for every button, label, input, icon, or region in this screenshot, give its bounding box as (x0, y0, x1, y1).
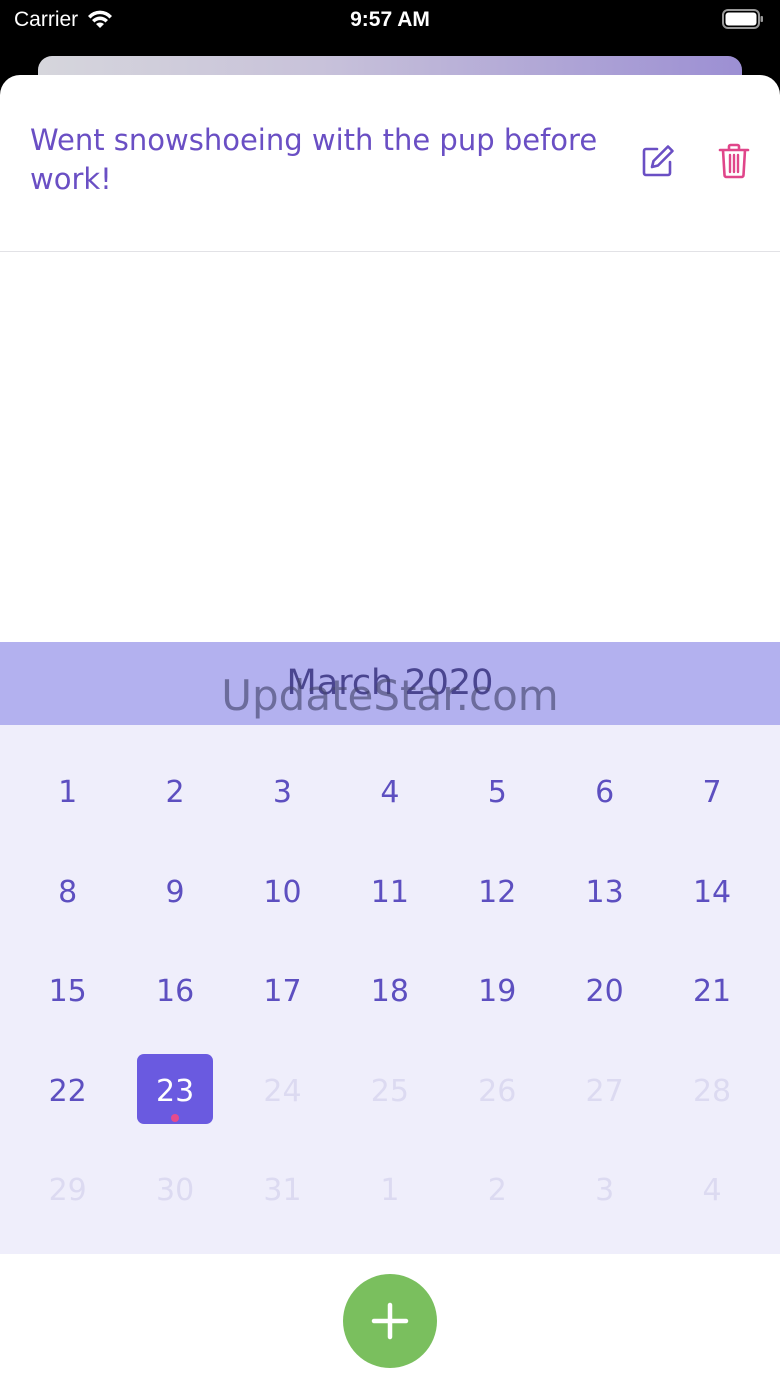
calendar-day-number: 31 (263, 1173, 302, 1209)
calendar-day[interactable]: 18 (336, 940, 443, 1040)
calendar-day-number: 23 (155, 1073, 195, 1109)
calendar-day-number: 2 (165, 775, 185, 810)
calendar-day-number: 9 (165, 874, 185, 910)
calendar-day[interactable]: 5 (444, 741, 551, 841)
calendar-day[interactable]: 15 (14, 940, 121, 1040)
calendar-day[interactable]: 7 (658, 741, 765, 841)
calendar-day[interactable]: 10 (229, 841, 336, 941)
calendar-day-number: 27 (585, 1073, 624, 1109)
entry-sheet: Went snowshoeing with the pup before wor… (0, 75, 780, 1387)
calendar-day[interactable]: 14 (658, 841, 765, 941)
calendar-day-number: 30 (155, 1173, 195, 1209)
calendar-day[interactable]: 31 (229, 1139, 336, 1239)
calendar-day-number: 11 (370, 874, 409, 910)
calendar-day-number: 5 (487, 775, 507, 810)
add-entry-button[interactable] (343, 1274, 437, 1368)
calendar-day[interactable]: 25 (336, 1040, 443, 1140)
calendar-day[interactable]: 1 (14, 741, 121, 841)
calendar-day[interactable]: 20 (551, 940, 658, 1040)
status-bar: Carrier 9:57 AM (0, 0, 780, 44)
calendar-day[interactable]: 21 (658, 940, 765, 1040)
calendar-day-number: 29 (48, 1173, 87, 1209)
calendar-day-number: 17 (263, 974, 302, 1010)
journal-entry: Went snowshoeing with the pup before wor… (0, 75, 780, 252)
calendar-day[interactable]: 22 (14, 1040, 121, 1140)
calendar-day-number: 12 (478, 874, 517, 910)
calendar-day-number: 4 (702, 1173, 722, 1209)
calendar-day[interactable]: 4 (336, 741, 443, 841)
calendar-day-number: 8 (58, 874, 78, 910)
calendar-day[interactable]: 3 (551, 1139, 658, 1239)
calendar-day-number: 1 (380, 1173, 400, 1209)
calendar-day[interactable]: 6 (551, 741, 658, 841)
calendar-day[interactable]: 9 (121, 841, 228, 941)
calendar-day-number: 3 (272, 775, 293, 810)
calendar-day-number: 20 (585, 974, 624, 1010)
calendar-day[interactable]: 19 (444, 940, 551, 1040)
calendar-day[interactable]: 13 (551, 841, 658, 941)
calendar-day-number: 13 (585, 874, 624, 910)
calendar-day-number: 14 (692, 874, 732, 910)
calendar-day-number: 4 (380, 775, 400, 810)
calendar-day[interactable]: 1 (336, 1139, 443, 1239)
calendar-day-number: 28 (692, 1073, 732, 1109)
calendar-day[interactable]: 17 (229, 940, 336, 1040)
calendar-day-number: 24 (263, 1073, 302, 1109)
calendar-grid-container: 1 2 3 4 5 6 7 8 9 10 11 12 13 14 15 16 17 18 19 20 21 22 23 24 2… (0, 725, 780, 1254)
delete-button[interactable] (710, 137, 758, 185)
calendar-day[interactable]: 12 (444, 841, 551, 941)
calendar-day-number: 7 (702, 775, 722, 810)
plus-icon (371, 1302, 409, 1340)
calendar-month-title: March 2020 (286, 663, 494, 703)
battery-icon (722, 9, 763, 29)
calendar-day-number: 2 (487, 1173, 507, 1209)
edit-icon (642, 145, 674, 177)
entry-text: Went snowshoeing with the pup before wor… (30, 123, 598, 196)
status-time: 9:57 AM (350, 8, 430, 31)
calendar-header: March 2020 (0, 642, 780, 725)
calendar-day-number: 15 (48, 974, 87, 1010)
calendar-grid: 1 2 3 4 5 6 7 8 9 10 11 12 13 14 15 16 17 18 19 20 21 22 23 24 2… (14, 741, 766, 1239)
edit-button[interactable] (634, 137, 682, 185)
trash-icon (718, 143, 750, 179)
calendar-day[interactable]: 30 (121, 1139, 228, 1239)
calendar-day-number: 1 (58, 775, 78, 810)
calendar-day[interactable]: 24 (229, 1040, 336, 1140)
calendar-day-number: 3 (595, 1173, 615, 1209)
calendar-day-number: 18 (370, 974, 409, 1010)
calendar-day[interactable]: 8 (14, 841, 121, 941)
calendar-day-number: 22 (48, 1073, 87, 1109)
calendar-day[interactable]: 4 (658, 1139, 765, 1239)
calendar-day-number: 6 (595, 775, 615, 810)
calendar-day[interactable]: 27 (551, 1040, 658, 1140)
calendar-day-number: 26 (478, 1073, 517, 1109)
calendar-day[interactable]: 2 (444, 1139, 551, 1239)
calendar-day-selected[interactable]: 23 (121, 1040, 228, 1140)
calendar-day[interactable]: 29 (14, 1139, 121, 1239)
calendar-day[interactable]: 16 (121, 940, 228, 1040)
calendar-day-number: 21 (692, 974, 732, 1010)
calendar-day[interactable]: 11 (336, 841, 443, 941)
calendar-day-number: 10 (263, 874, 302, 910)
calendar-day[interactable]: 3 (229, 741, 336, 841)
calendar-day[interactable]: 26 (444, 1040, 551, 1140)
calendar-day[interactable]: 28 (658, 1040, 765, 1140)
calendar-day-number: 19 (478, 974, 517, 1010)
calendar-day[interactable]: 2 (121, 741, 228, 841)
calendar-day-number: 16 (155, 974, 195, 1010)
calendar-day-number: 25 (370, 1073, 409, 1109)
